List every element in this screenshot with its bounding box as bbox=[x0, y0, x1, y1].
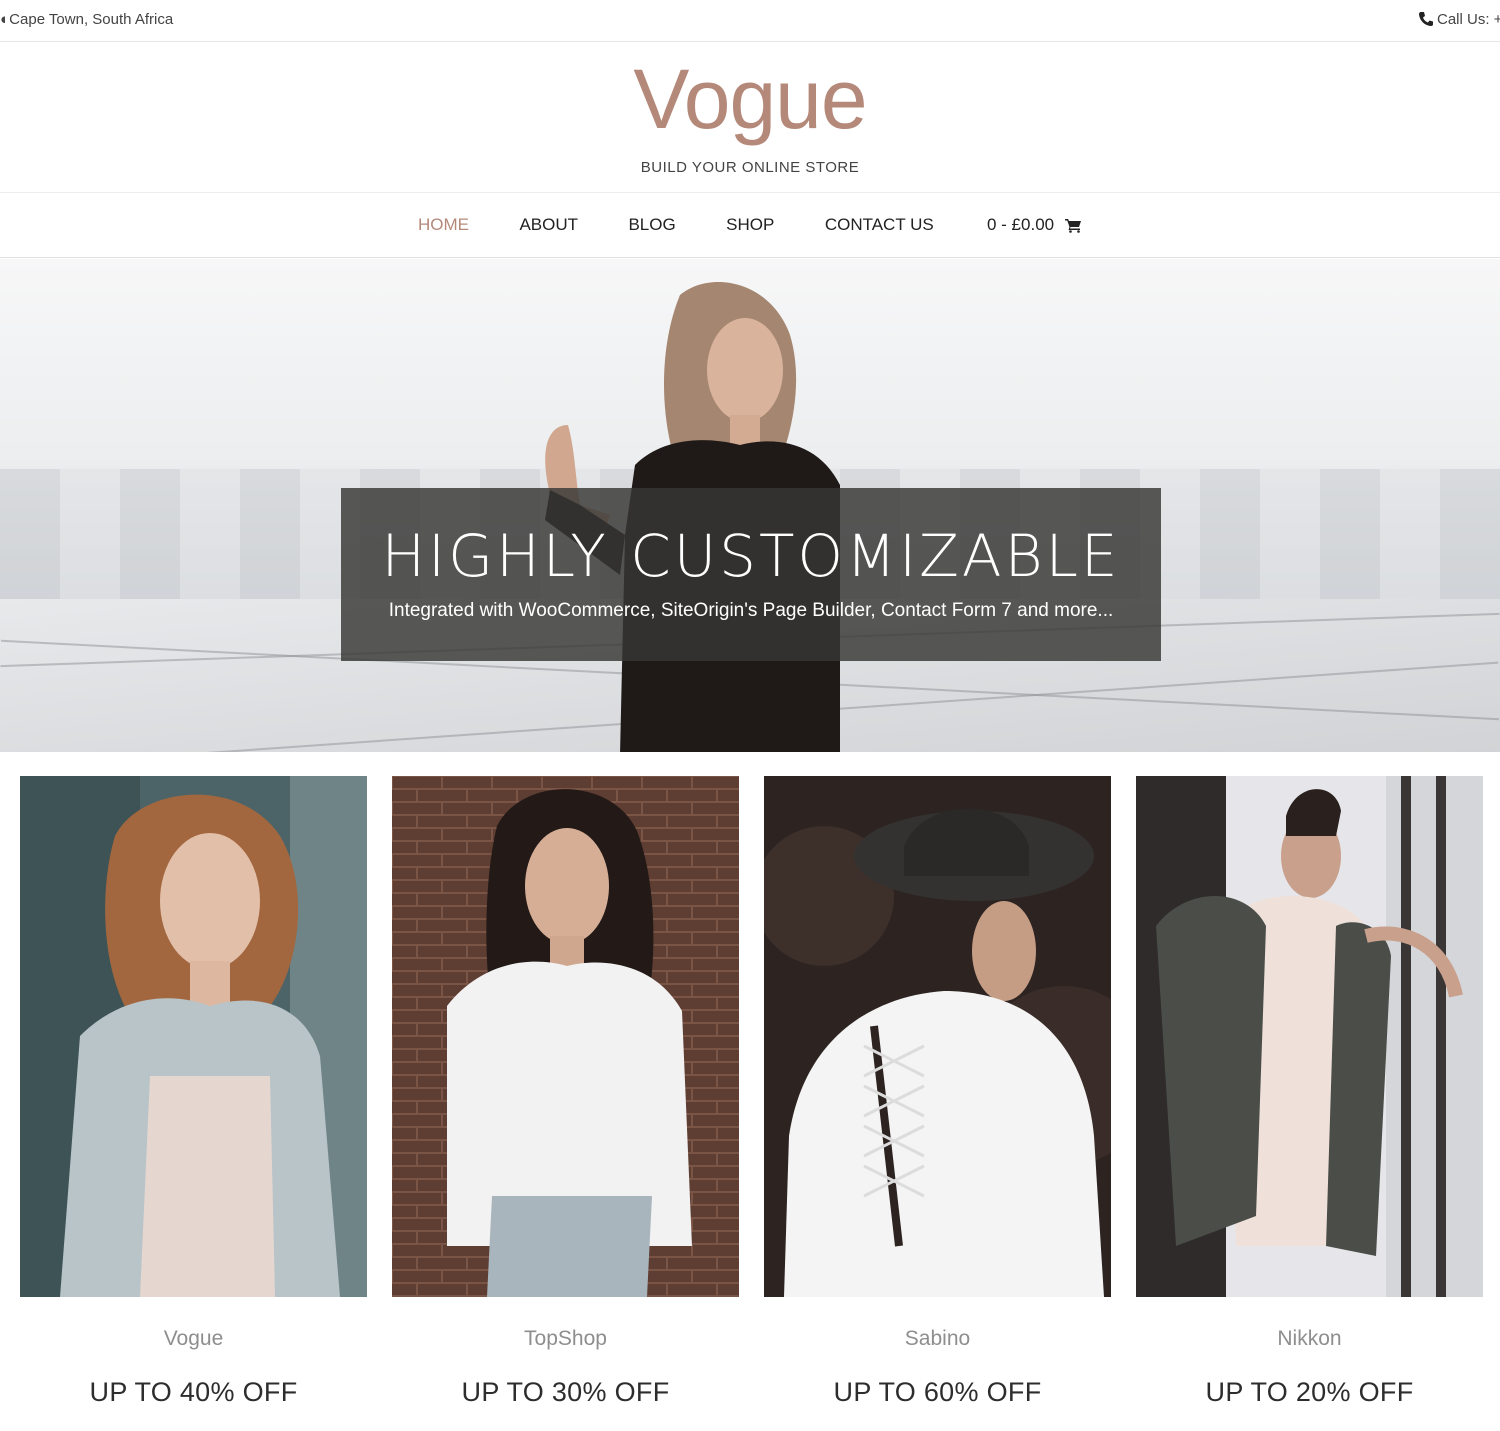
nav-item-home[interactable]: HOME bbox=[418, 215, 469, 235]
product-card[interactable]: Vogue UP TO 40% OFF bbox=[20, 776, 367, 1408]
nav-item-blog[interactable]: BLOG bbox=[628, 215, 675, 235]
product-name[interactable]: TopShop bbox=[392, 1327, 739, 1351]
product-offer: UP TO 40% OFF bbox=[89, 1377, 298, 1407]
cart-total: 0 - £0.00 bbox=[987, 215, 1055, 234]
product-offer: UP TO 60% OFF bbox=[833, 1377, 1042, 1407]
cart-link[interactable]: 0 - £0.00 bbox=[987, 215, 1082, 235]
hero-caption: HIGHLY CUSTOMIZABLE Integrated with WooC… bbox=[341, 488, 1161, 661]
site-tagline: BUILD YOUR ONLINE STORE bbox=[640, 159, 860, 176]
product-name[interactable]: Sabino bbox=[764, 1327, 1111, 1351]
phone-info[interactable]: Call Us: + bbox=[1418, 11, 1500, 28]
hero-slider: HIGHLY CUSTOMIZABLE Integrated with WooC… bbox=[0, 259, 1500, 752]
product-offer: UP TO 30% OFF bbox=[461, 1377, 670, 1407]
phone-label: Call Us: + bbox=[1437, 11, 1500, 28]
nav-item-about[interactable]: ABOUT bbox=[519, 215, 578, 235]
location-text: Cape Town, South Africa bbox=[9, 11, 174, 28]
product-image-topshop[interactable] bbox=[392, 776, 739, 1297]
location-info: ● Cape Town, South Africa bbox=[0, 11, 173, 28]
product-image-vogue[interactable] bbox=[20, 776, 367, 1297]
product-image-sabino[interactable] bbox=[754, 776, 1154, 1297]
nav-item-contact-us[interactable]: CONTACT US bbox=[825, 215, 934, 235]
shopping-cart-icon bbox=[1064, 219, 1081, 233]
hero-subtitle: Integrated with WooCommerce, SiteOrigin'… bbox=[388, 600, 1114, 621]
product-offer: UP TO 20% OFF bbox=[1205, 1377, 1414, 1407]
top-bar: ● Cape Town, South Africa Call Us: + bbox=[0, 0, 1500, 42]
product-grid: Vogue UP TO 40% OFF TopShop UP TO 30% OF… bbox=[0, 776, 1500, 1431]
site-header: Vogue BUILD YOUR ONLINE STORE bbox=[0, 43, 1500, 193]
site-logo[interactable]: Vogue bbox=[0, 51, 1500, 147]
product-name[interactable]: Vogue bbox=[20, 1327, 367, 1351]
nav-item-shop[interactable]: SHOP bbox=[726, 215, 774, 235]
product-name[interactable]: Nikkon bbox=[1136, 1327, 1483, 1351]
main-navigation: HOME ABOUT BLOG SHOP CONTACT US 0 - £0.0… bbox=[0, 194, 1500, 258]
product-image-nikkon[interactable] bbox=[1136, 776, 1483, 1297]
hero-title: HIGHLY CUSTOMIZABLE bbox=[381, 522, 1121, 590]
product-card[interactable]: TopShop UP TO 30% OFF bbox=[392, 776, 739, 1408]
phone-icon bbox=[1419, 12, 1433, 26]
map-pin-icon: ● bbox=[0, 11, 5, 28]
product-card[interactable]: Sabino UP TO 60% OFF bbox=[754, 776, 1154, 1408]
product-card[interactable]: Nikkon UP TO 20% OFF bbox=[1136, 776, 1483, 1408]
